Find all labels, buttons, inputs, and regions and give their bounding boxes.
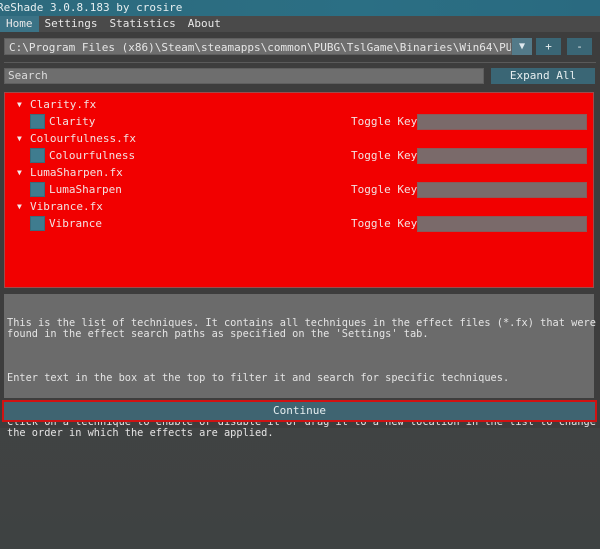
toggle-key-label: Toggle Key bbox=[351, 217, 418, 230]
tab-about[interactable]: About bbox=[182, 16, 227, 32]
toggle-key-label: Toggle Key bbox=[351, 183, 418, 196]
help-paragraph: This is the list of techniques. It conta… bbox=[7, 317, 596, 340]
effect-file-header[interactable]: LumaSharpen.fx bbox=[30, 165, 123, 181]
effect-file-header[interactable]: Colourfulness.fx bbox=[30, 131, 136, 147]
toggle-key-input[interactable] bbox=[417, 182, 587, 198]
collapse-arrow-icon[interactable]: ▼ bbox=[17, 199, 27, 215]
technique-checkbox[interactable] bbox=[30, 148, 45, 163]
preset-path-select[interactable]: C:\Program Files (x86)\Steam\steamapps\c… bbox=[4, 38, 512, 55]
toggle-key-input[interactable] bbox=[417, 216, 587, 232]
technique-checkbox[interactable] bbox=[30, 114, 45, 129]
collapse-arrow-icon[interactable]: ▼ bbox=[17, 165, 27, 181]
tab-home[interactable]: Home bbox=[0, 16, 39, 32]
technique-name[interactable]: Vibrance bbox=[49, 216, 102, 232]
tab-statistics[interactable]: Statistics bbox=[103, 16, 181, 32]
technique-checkbox[interactable] bbox=[30, 216, 45, 231]
technique-name[interactable]: Colourfulness bbox=[49, 148, 135, 164]
collapse-arrow-icon[interactable]: ▼ bbox=[17, 97, 27, 113]
help-text-box: This is the list of techniques. It conta… bbox=[4, 294, 596, 439]
technique-checkbox[interactable] bbox=[30, 182, 45, 197]
add-preset-button[interactable]: + bbox=[536, 38, 561, 55]
window-title: ReShade 3.0.8.183 by crosire bbox=[0, 1, 183, 14]
expand-all-button[interactable]: Expand All bbox=[491, 68, 595, 84]
continue-button[interactable]: Continue bbox=[4, 402, 595, 420]
technique-list: ▼ Clarity.fx Clarity Toggle Key ▼ Colour… bbox=[4, 92, 594, 288]
toggle-key-input[interactable] bbox=[417, 148, 587, 164]
preset-row: C:\Program Files (x86)\Steam\steamapps\c… bbox=[4, 38, 596, 56]
tab-settings[interactable]: Settings bbox=[39, 16, 104, 32]
dropdown-arrow-icon[interactable]: ▼ bbox=[512, 38, 532, 55]
effect-file-header[interactable]: Clarity.fx bbox=[30, 97, 96, 113]
technique-name[interactable]: LumaSharpen bbox=[49, 182, 122, 198]
window-title-bar: ReShade 3.0.8.183 by crosire bbox=[0, 0, 600, 16]
menu-bar: Home Settings Statistics About bbox=[0, 16, 600, 32]
continue-highlight: Continue bbox=[2, 400, 597, 422]
help-paragraph: Enter text in the box at the top to filt… bbox=[7, 372, 510, 384]
effect-file-header[interactable]: Vibrance.fx bbox=[30, 199, 103, 215]
technique-name[interactable]: Clarity bbox=[49, 114, 95, 130]
toggle-key-label: Toggle Key bbox=[351, 149, 418, 162]
remove-preset-button[interactable]: - bbox=[567, 38, 592, 55]
divider bbox=[4, 62, 596, 63]
toggle-key-input[interactable] bbox=[417, 114, 587, 130]
collapse-arrow-icon[interactable]: ▼ bbox=[17, 131, 27, 147]
toggle-key-label: Toggle Key bbox=[351, 115, 418, 128]
search-input[interactable]: Search bbox=[4, 68, 484, 84]
